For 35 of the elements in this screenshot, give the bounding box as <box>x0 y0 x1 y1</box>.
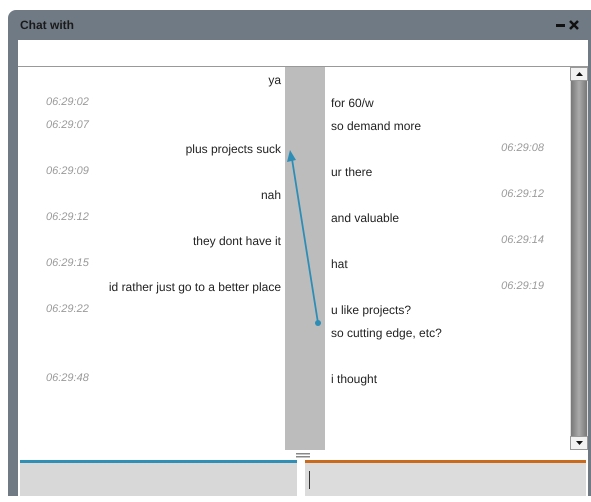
chat-message: they dont have it <box>192 232 281 250</box>
message-input[interactable] <box>20 460 297 496</box>
chat-message: ya <box>268 72 281 88</box>
splitter-grip-icon[interactable] <box>296 452 310 458</box>
timestamp: 06:29:02 <box>46 95 89 110</box>
timestamp: 06:29:14 <box>501 233 544 248</box>
timestamp: 06:29:15 <box>46 256 89 272</box>
scrollbar[interactable] <box>570 67 588 450</box>
chat-message: i thought <box>331 370 378 388</box>
scroll-thumb[interactable] <box>571 81 587 436</box>
minimize-icon[interactable] <box>556 23 565 27</box>
timestamp: 06:29:48 <box>46 371 89 386</box>
chat-message: id rather just go to a better place <box>108 278 281 296</box>
timestamp: 06:29:22 <box>46 302 89 318</box>
timestamp: 06:29:12 <box>501 187 544 202</box>
chat-message: and valuable <box>331 210 400 226</box>
text-cursor <box>309 470 310 488</box>
chat-message: so demand more <box>331 118 422 134</box>
timestamp: 06:29:12 <box>46 210 89 226</box>
timestamp: 06:29:07 <box>46 118 89 134</box>
chat-message: nah <box>260 186 281 204</box>
timestamp: 06:29:08 <box>501 141 544 156</box>
scroll-down-icon[interactable] <box>576 441 582 445</box>
timestamp: 06:29:19 <box>501 279 544 294</box>
timestamp: 06:29:09 <box>46 164 89 180</box>
chat-message: for 60/w <box>331 94 374 112</box>
chat-message: hat <box>331 256 348 272</box>
window-title: Chat with <box>20 17 74 34</box>
chat-message: ur there <box>331 164 372 180</box>
close-icon[interactable] <box>569 20 579 30</box>
chat-message: u like projects? <box>331 302 412 318</box>
message-input[interactable] <box>305 460 586 496</box>
chat-message: plus projects suck <box>186 140 281 158</box>
scroll-up-icon[interactable] <box>576 72 582 76</box>
chat-message: so cutting edge, etc? <box>331 324 442 342</box>
